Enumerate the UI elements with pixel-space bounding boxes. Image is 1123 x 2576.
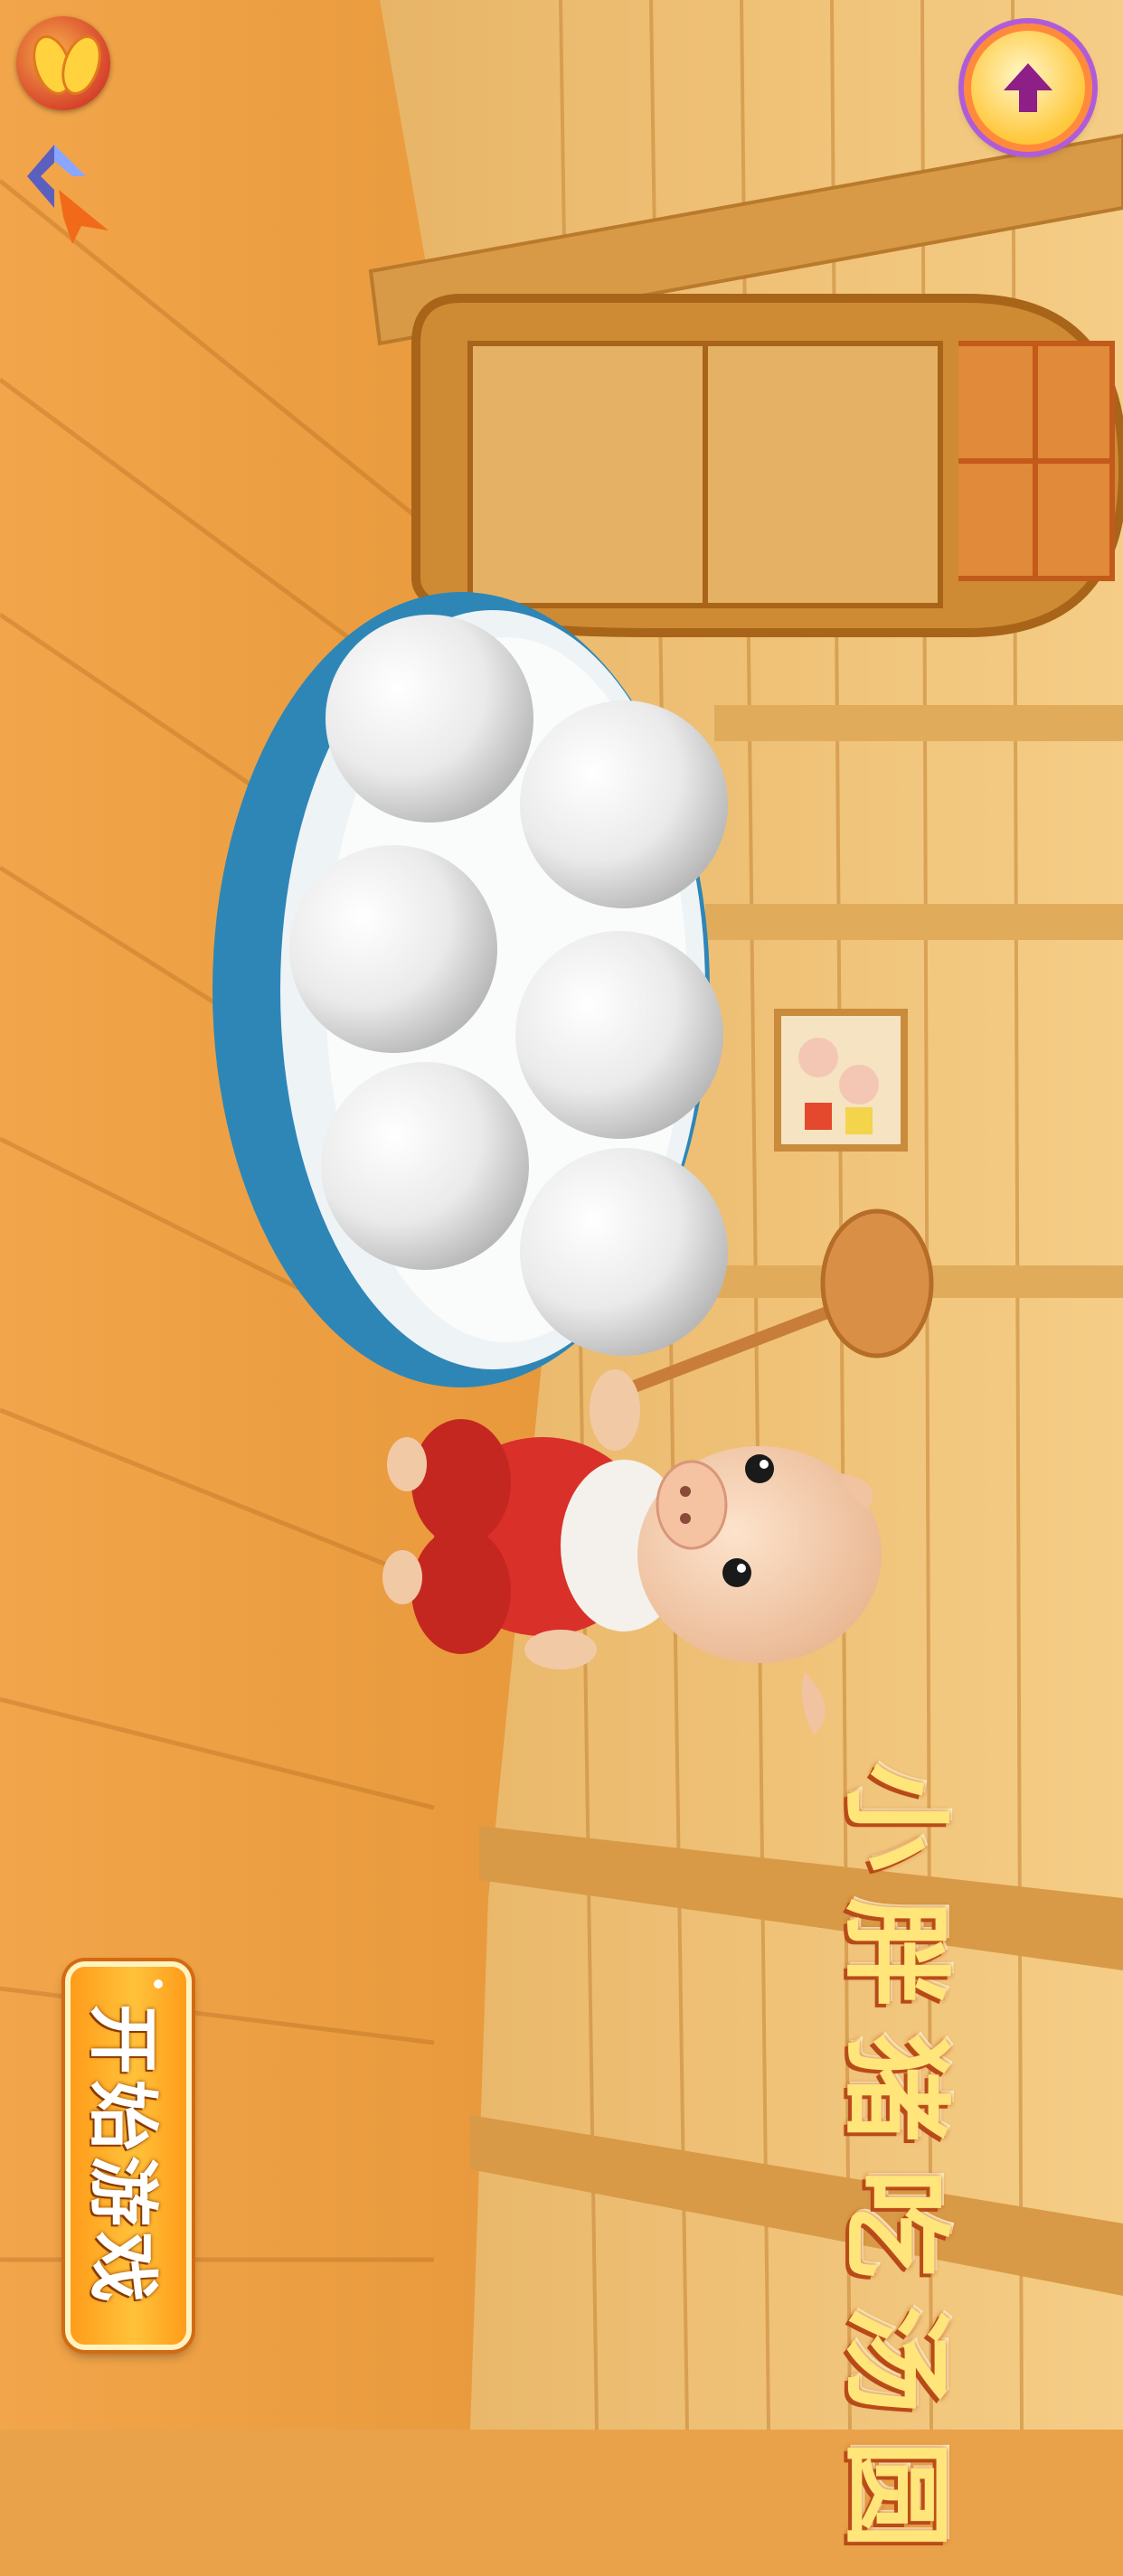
tangyuan-ball[interactable]: [321, 1062, 529, 1270]
start-game-button[interactable]: 开始游戏: [65, 1961, 192, 2350]
arrow-up-icon: [1004, 63, 1052, 112]
wall-picture-frame: [774, 1009, 908, 1152]
brand-logo-icon: [27, 145, 109, 244]
sparkle-dot: [154, 1979, 163, 1988]
tangyuan-ball[interactable]: [326, 615, 533, 823]
start-game-label: 开始游戏: [81, 2003, 165, 2308]
arrow-up-button[interactable]: [964, 24, 1092, 152]
tangyuan-ball[interactable]: [520, 1148, 728, 1356]
shelf-beam-2: [705, 904, 1123, 940]
shelf-beam-1: [714, 705, 1123, 741]
tangyuan-ball[interactable]: [289, 845, 497, 1053]
title-container: 小胖猪吃汤圆: [805, 1763, 959, 2576]
tangyuan-ball[interactable]: [520, 700, 728, 908]
wall-window: [411, 294, 1123, 637]
game-title: 小胖猪吃汤圆: [832, 1763, 959, 2576]
tangyuan-ball[interactable]: [515, 931, 723, 1139]
fish-badge-icon: [16, 16, 110, 110]
